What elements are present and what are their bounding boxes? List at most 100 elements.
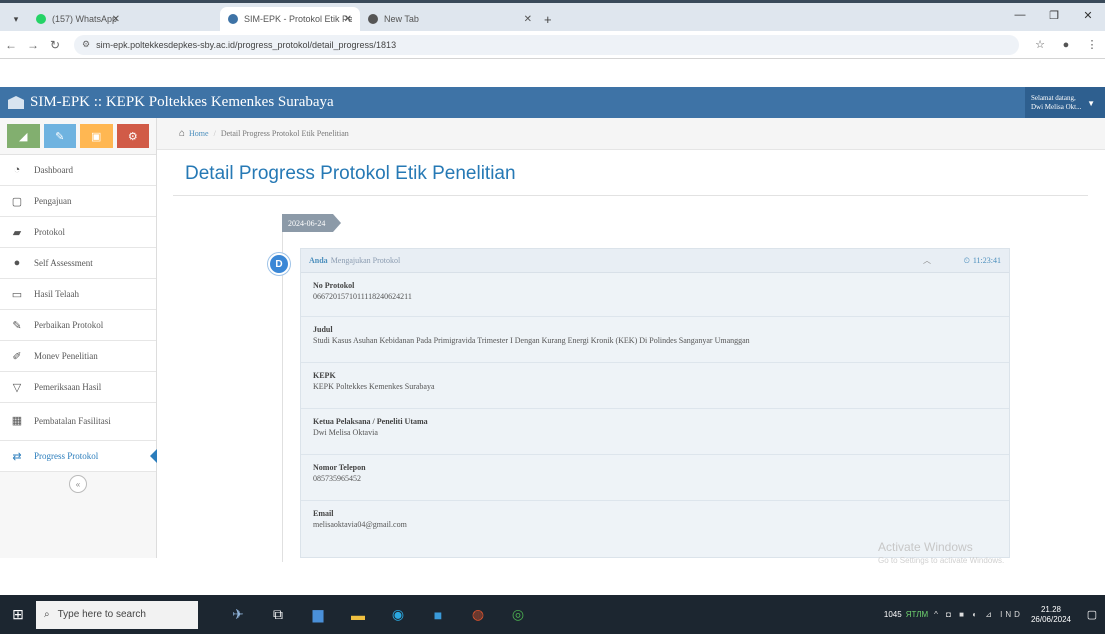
search-icon: ⌕ bbox=[44, 609, 50, 620]
browser-menu-icon[interactable]: ⋮ bbox=[1079, 38, 1105, 51]
collapse-chevron-icon[interactable]: « bbox=[69, 475, 87, 493]
sidebar-item-label: Perbaikan Protokol bbox=[34, 320, 104, 330]
task-view-icon[interactable]: ⧉ bbox=[258, 595, 298, 634]
bookmark-star-icon[interactable]: ☆ bbox=[1027, 38, 1053, 51]
pencil-shortcut-icon[interactable]: ✎ bbox=[43, 124, 76, 148]
weather-widget[interactable]: 1045 ЯТЛМ bbox=[884, 610, 928, 619]
sidebar-item-hasil-telaah[interactable]: ▭ Hasil Telaah bbox=[0, 279, 156, 310]
new-tab-plus-icon[interactable]: + bbox=[544, 7, 552, 31]
taskbar-search[interactable]: ⌕ Type here to search bbox=[36, 600, 198, 629]
profile-icon[interactable]: ● bbox=[1053, 39, 1079, 51]
field-ketua-pelaksana: Ketua Pelaksana / Peneliti Utama Dwi Mel… bbox=[301, 409, 1009, 455]
timeline-line bbox=[282, 232, 283, 562]
url-field[interactable]: ⚙ sim-epk.poltekkesdepkes-sby.ac.id/prog… bbox=[74, 34, 1019, 55]
minimize-icon[interactable]: — bbox=[1003, 9, 1037, 21]
sidebar: ◢ ✎ ▣ ⚙ ◔ Dashboard ▢ Pengajuan ▰ Protok… bbox=[0, 118, 157, 558]
tab-whatsapp[interactable]: (157) WhatsApp ✕ bbox=[28, 7, 128, 31]
tray-icons[interactable]: ^ ◘ ■ ◐ ⊿ IND bbox=[934, 610, 1023, 619]
forward-icon[interactable]: → bbox=[22, 38, 44, 52]
sidebar-item-progress-protokol[interactable]: ⇄ Progress Protokol bbox=[0, 441, 157, 472]
collapse-up-icon[interactable]: ︿ bbox=[923, 255, 931, 266]
notification-icon[interactable]: ▢ bbox=[1079, 608, 1105, 621]
sidebar-item-perbaikan-protokol[interactable]: ✎ Perbaikan Protokol bbox=[0, 310, 156, 341]
tab-search-chevron-icon[interactable]: ▾ bbox=[6, 7, 26, 31]
site-info-icon[interactable]: ⚙ bbox=[82, 39, 90, 50]
title-divider bbox=[173, 195, 1088, 196]
windows-start-icon[interactable]: ⊞ bbox=[0, 595, 36, 634]
caret-down-icon: ▼ bbox=[1087, 99, 1095, 108]
close-tab-icon[interactable]: ✕ bbox=[112, 14, 120, 25]
exchange-icon: ⇄ bbox=[12, 450, 22, 463]
tab-label: New Tab bbox=[384, 14, 419, 24]
sidebar-item-protokol[interactable]: ▰ Protokol bbox=[0, 217, 156, 248]
field-label: Ketua Pelaksana / Peneliti Utama bbox=[313, 417, 428, 426]
windows-taskbar: ⊞ ⌕ Type here to search ✈ ⧉ ▆ ▬ ◉ ■ ◍ ◎ … bbox=[0, 595, 1105, 634]
sidebar-item-pembatalan-fasilitasi[interactable]: ▦ Pembatalan Fasilitasi bbox=[0, 403, 156, 441]
field-value: 0667201571011118240624211 bbox=[313, 292, 412, 301]
timeline-actor: Anda bbox=[309, 256, 328, 265]
page-title: Detail Progress Protokol Etik Penelitian bbox=[185, 163, 516, 184]
filter-icon: ▽ bbox=[12, 381, 22, 394]
file-manager-icon[interactable]: ▬ bbox=[338, 595, 378, 634]
new-tab-favicon-icon bbox=[368, 14, 378, 24]
sidebar-item-dashboard[interactable]: ◔ Dashboard bbox=[0, 155, 156, 186]
tab-label: SIM-EPK - Protokol Etik Peneliti bbox=[244, 14, 352, 24]
field-no-protokol: No Protokol 0667201571011118240624211 bbox=[301, 273, 1009, 317]
url-text: sim-epk.poltekkesdepkes-sby.ac.id/progre… bbox=[96, 39, 397, 50]
taskbar-search-placeholder: Type here to search bbox=[57, 609, 146, 620]
sidebar-item-label: Pembatalan Fasilitasi bbox=[34, 416, 111, 426]
whatsapp-favicon-icon bbox=[36, 14, 46, 24]
table-icon: ▦ bbox=[11, 415, 23, 427]
timeline-widget: Anda Mengajukan Protokol ︿ ⏲ 11:23:41 No … bbox=[300, 248, 1010, 558]
sim-epk-favicon-icon bbox=[228, 14, 238, 24]
user-greeting: Selamat datang, bbox=[1031, 93, 1076, 102]
edge-browser-icon[interactable]: ◉ bbox=[378, 595, 418, 634]
timeline-date-label: 2024-06-24 bbox=[282, 214, 342, 232]
field-value: KEPK Poltekkes Kemenkes Surabaya bbox=[313, 382, 435, 391]
close-tab-icon[interactable]: ✕ bbox=[524, 14, 532, 25]
breadcrumb: ⌂ Home / Detail Progress Protokol Etik P… bbox=[157, 118, 1105, 150]
edit-icon: ✎ bbox=[12, 319, 22, 332]
browser-address-bar: ← → ↻ ⚙ sim-epk.poltekkesdepkes-sby.ac.i… bbox=[0, 31, 1105, 59]
clock-time: 21.28 bbox=[1040, 604, 1061, 614]
breadcrumb-current: Detail Progress Protokol Etik Penelitian bbox=[220, 129, 349, 138]
sidebar-item-label: Self Assessment bbox=[34, 258, 93, 268]
signal-shortcut-icon[interactable]: ◢ bbox=[7, 124, 40, 148]
field-value: Dwi Melisa Oktavia bbox=[313, 428, 378, 437]
reload-icon[interactable]: ↻ bbox=[44, 38, 66, 52]
chrome-icon[interactable]: ◎ bbox=[498, 595, 538, 634]
sidebar-item-monev-penelitian[interactable]: ✐ Monev Penelitian bbox=[0, 341, 156, 372]
sidebar-item-pemeriksaan-hasil[interactable]: ▽ Pemeriksaan Hasil bbox=[0, 372, 156, 403]
circle-icon: ● bbox=[13, 257, 21, 269]
taskbar-apps: ✈ ⧉ ▆ ▬ ◉ ■ ◍ ◎ bbox=[218, 595, 538, 634]
breadcrumb-home[interactable]: Home bbox=[189, 129, 209, 138]
tab-sim-epk[interactable]: SIM-EPK - Protokol Etik Peneliti ✕ bbox=[220, 7, 360, 31]
sidebar-item-label: Monev Penelitian bbox=[34, 351, 98, 361]
back-icon[interactable]: ← bbox=[0, 38, 22, 52]
field-value: Studi Kasus Asuhan Kebidanan Pada Primig… bbox=[313, 336, 750, 345]
field-kepk: KEPK KEPK Poltekkes Kemenkes Surabaya bbox=[301, 363, 1009, 409]
timeline-action: Mengajukan Protokol bbox=[330, 256, 401, 265]
app-red-icon[interactable]: ◍ bbox=[458, 595, 498, 634]
cogs-shortcut-icon[interactable]: ⚙ bbox=[116, 124, 149, 148]
activate-windows-watermark: Activate Windows Go to Settings to activ… bbox=[878, 540, 1004, 568]
maximize-icon[interactable]: ❐ bbox=[1037, 9, 1071, 22]
sidebar-item-pengajuan[interactable]: ▢ Pengajuan bbox=[0, 186, 156, 217]
user-menu[interactable]: Selamat datang, Dwi Melisa Okt... ▼ bbox=[1025, 87, 1105, 118]
tab-new-tab[interactable]: New Tab ✕ bbox=[360, 7, 540, 31]
sidebar-item-label: Protokol bbox=[34, 227, 66, 237]
close-window-icon[interactable]: ✕ bbox=[1071, 9, 1105, 22]
field-value: 085735965452 bbox=[313, 474, 361, 483]
sidebar-item-label: Dashboard bbox=[34, 165, 73, 175]
tachometer-icon: ◔ bbox=[13, 164, 21, 176]
app-brand[interactable]: SIM-EPK :: KEPK Poltekkes Kemenkes Surab… bbox=[0, 94, 334, 111]
taskbar-clock[interactable]: 21.28 26/06/2024 bbox=[1031, 605, 1071, 625]
close-tab-icon[interactable]: ✕ bbox=[344, 14, 352, 25]
cortana-bird-icon[interactable]: ✈ bbox=[218, 595, 258, 634]
explorer-folder-icon[interactable]: ▆ bbox=[298, 595, 338, 634]
timeline-item-icon: D bbox=[268, 253, 290, 275]
watermark-subtitle: Go to Settings to activate Windows. bbox=[878, 556, 1005, 565]
store-icon[interactable]: ■ bbox=[418, 595, 458, 634]
users-shortcut-icon[interactable]: ▣ bbox=[80, 124, 113, 148]
sidebar-item-self-assessment[interactable]: ● Self Assessment bbox=[0, 248, 156, 279]
